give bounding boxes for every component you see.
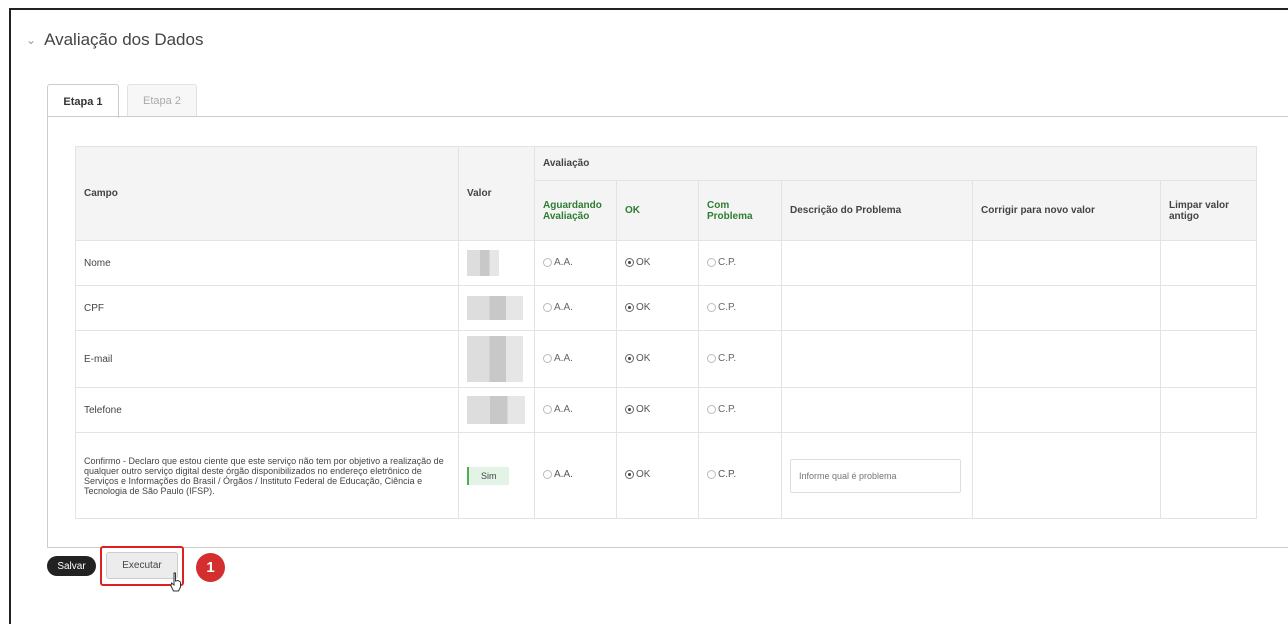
- radio-cp-label: C.P.: [718, 403, 737, 415]
- table-row: Telefone A.A. OK C.P.: [75, 387, 1257, 433]
- desc-cell: [781, 387, 973, 433]
- radio-cp[interactable]: C.P.: [707, 404, 736, 415]
- field-value: [458, 240, 535, 286]
- field-value: [458, 330, 535, 388]
- desc-cell: [781, 432, 973, 519]
- corrigir-cell: [972, 432, 1161, 519]
- desc-cell: [781, 285, 973, 331]
- field-name: Telefone: [75, 387, 459, 433]
- table-row: Confirmo - Declaro que estou ciente que …: [75, 432, 1257, 519]
- field-name: Confirmo - Declaro que estou ciente que …: [75, 432, 459, 519]
- radio-ok[interactable]: OK: [625, 404, 650, 415]
- corrigir-cell: [972, 387, 1161, 433]
- hand-cursor-icon: [170, 572, 181, 592]
- col-campo-header: Campo: [75, 146, 459, 241]
- field-value: Sim: [458, 432, 535, 519]
- col-limpar-header: Limpar valor antigo: [1160, 180, 1257, 241]
- table-row: Nome A.A. OK C.P.: [75, 240, 1257, 286]
- radio-cp[interactable]: C.P.: [707, 302, 736, 313]
- field-name: E-mail: [75, 330, 459, 388]
- col-avaliacao-header: Avaliação: [534, 146, 1257, 181]
- radio-cp[interactable]: C.P.: [707, 353, 736, 364]
- radio-cp[interactable]: C.P.: [707, 257, 736, 268]
- redacted-value: [467, 250, 499, 276]
- radio-aa[interactable]: A.A.: [543, 302, 573, 313]
- execute-button[interactable]: Executar: [106, 552, 178, 579]
- corrigir-cell: [972, 240, 1161, 286]
- limpar-cell: [1160, 432, 1257, 519]
- section-header[interactable]: ⌄ Avaliação dos Dados: [26, 30, 203, 50]
- desc-cell: [781, 330, 973, 388]
- step-badge: 1: [196, 553, 225, 582]
- radio-cp-label: C.P.: [718, 352, 737, 364]
- tab-etapa-1[interactable]: Etapa 1: [47, 84, 119, 118]
- radio-aa-label: A.A.: [554, 403, 573, 415]
- radio-ok-label: OK: [636, 469, 651, 480]
- limpar-cell: [1160, 285, 1257, 331]
- radio-aa[interactable]: A.A.: [543, 404, 573, 415]
- radio-aa-label: A.A.: [554, 352, 573, 364]
- col-descricao-header: Descrição do Problema: [781, 180, 973, 241]
- radio-aa-label: A.A.: [554, 469, 573, 480]
- tab-etapa-2[interactable]: Etapa 2: [127, 84, 197, 117]
- col-corrigir-header: Corrigir para novo valor: [972, 180, 1161, 241]
- radio-ok-label: OK: [636, 352, 651, 364]
- col-aguardando-header: Aguardando Avaliação: [534, 180, 617, 241]
- radio-ok[interactable]: OK: [625, 257, 650, 268]
- evaluation-table: Campo Valor Avaliação Aguardando Avaliaç…: [75, 146, 1257, 519]
- radio-cp-label: C.P.: [718, 256, 737, 268]
- limpar-cell: [1160, 240, 1257, 286]
- field-value: [458, 387, 535, 433]
- save-button[interactable]: Salvar: [47, 556, 96, 576]
- radio-aa-label: A.A.: [554, 256, 573, 268]
- field-name: CPF: [75, 285, 459, 331]
- problem-description-input[interactable]: [790, 458, 961, 493]
- table-row: E-mail A.A. OK C.P.: [75, 330, 1257, 388]
- radio-cp-label: C.P.: [718, 301, 737, 313]
- col-com-problema-header: Com Problema: [698, 180, 782, 241]
- radio-ok-label: OK: [636, 403, 651, 415]
- radio-ok-label: OK: [636, 256, 651, 268]
- desc-cell: [781, 240, 973, 286]
- col-valor-header: Valor: [458, 146, 535, 241]
- limpar-cell: [1160, 330, 1257, 388]
- field-value: [458, 285, 535, 331]
- col-ok-header: OK: [616, 180, 699, 241]
- field-name: Nome: [75, 240, 459, 286]
- radio-ok[interactable]: OK: [625, 302, 650, 313]
- chevron-down-icon[interactable]: ⌄: [26, 33, 36, 47]
- section-title: Avaliação dos Dados: [44, 30, 204, 49]
- radio-aa[interactable]: A.A.: [543, 257, 573, 268]
- value-sim-badge: Sim: [467, 466, 509, 485]
- radio-ok-label: OK: [636, 301, 651, 313]
- corrigir-cell: [972, 285, 1161, 331]
- redacted-value: [467, 296, 523, 320]
- radio-cp-label: C.P.: [718, 469, 737, 480]
- limpar-cell: [1160, 387, 1257, 433]
- redacted-value: [467, 336, 523, 382]
- corrigir-cell: [972, 330, 1161, 388]
- radio-ok[interactable]: OK: [625, 469, 650, 480]
- radio-aa[interactable]: A.A.: [543, 469, 573, 480]
- redacted-value: [467, 396, 525, 424]
- radio-cp[interactable]: C.P.: [707, 469, 736, 480]
- radio-ok[interactable]: OK: [625, 353, 650, 364]
- table-row: CPF A.A. OK C.P.: [75, 285, 1257, 331]
- radio-aa[interactable]: A.A.: [543, 353, 573, 364]
- radio-aa-label: A.A.: [554, 301, 573, 313]
